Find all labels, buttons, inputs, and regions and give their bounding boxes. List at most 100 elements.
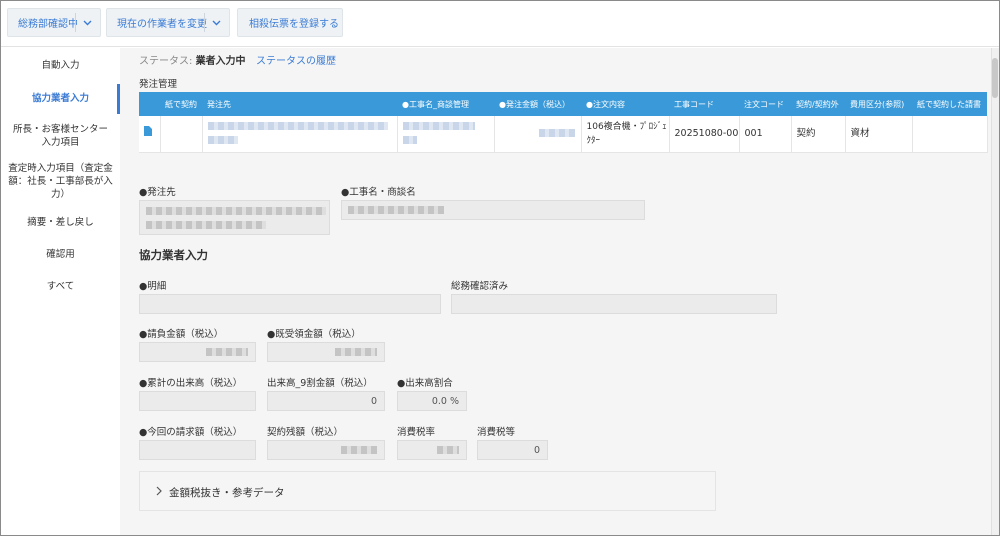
sidebar-item-summary-return[interactable]: 摘要・差し戻し	[1, 216, 120, 229]
sidebar-item-label: 摘要・差し戻し	[27, 217, 94, 228]
progress90-field[interactable]: 0	[267, 391, 385, 411]
progress-ratio-field[interactable]: 0.0 %	[397, 391, 467, 411]
detail-field[interactable]	[139, 294, 441, 314]
supplier-label: ●発注先	[139, 187, 176, 198]
divider	[204, 13, 205, 32]
project-label: ●工事名・商談名	[341, 187, 416, 198]
table-header: 紙で契約	[160, 92, 202, 116]
toolbar: 総務部確認中 現在の作業者を変更 相殺伝票を登録する	[1, 1, 999, 47]
table-cell	[494, 116, 582, 153]
tax-rate-label: 消費税率	[397, 427, 436, 438]
tax-amount-label: 消費税等	[477, 427, 516, 438]
sidebar-item-partner-input[interactable]: 協力業者入力	[1, 92, 120, 105]
general-affairs-label: 総務確認済み	[451, 281, 509, 292]
divider	[75, 13, 76, 32]
current-invoice-label: ●今回の請求額（税込）	[139, 427, 243, 438]
sidebar-item-auto-input[interactable]: 自動入力	[1, 59, 120, 72]
redacted-text	[335, 348, 377, 356]
redacted-text	[402, 122, 475, 131]
progress90-label: 出来高_9割金額（税込）	[267, 378, 373, 389]
table-header: 工事コード	[669, 92, 739, 116]
redacted-text	[207, 136, 238, 145]
order-section-label: 発注管理	[139, 79, 178, 90]
table-cell[interactable]	[139, 116, 161, 153]
redacted-text	[146, 220, 266, 229]
app-window: 総務部確認中 現在の作業者を変更 相殺伝票を登録する 自動入力 協力業者入力 所…	[0, 0, 1000, 536]
status-label: ステータス:	[139, 56, 193, 67]
table-cell: 106複合機・ﾌﾟﾛｼﾞｪｸﾀｰ	[581, 116, 670, 153]
table-header: 紙で契約した請書	[912, 92, 987, 116]
sidebar-item-confirmation[interactable]: 確認用	[1, 248, 120, 261]
table-cell	[160, 116, 203, 153]
scrollbar[interactable]	[991, 48, 999, 535]
contract-balance-label: 契約残額（税込）	[267, 427, 344, 438]
table-cell	[202, 116, 398, 153]
supplier-field[interactable]	[139, 200, 330, 235]
chevron-down-icon	[83, 20, 92, 26]
detail-label: ●明細	[139, 281, 167, 292]
sidebar-item-all[interactable]: すべて	[1, 280, 120, 293]
change-worker-label: 現在の作業者を変更	[117, 19, 207, 30]
accordion-label: 金額税抜き・参考データ	[169, 487, 285, 499]
status-dropdown-button[interactable]: 総務部確認中	[7, 8, 101, 37]
sidebar-item-label: すべて	[46, 281, 75, 292]
sidebar-item-assessment[interactable]: 査定時入力項目（査定金額：社長・工事部長が入力）	[1, 162, 120, 201]
tax-amount-field[interactable]: 0	[477, 440, 548, 460]
project-field[interactable]	[341, 200, 645, 220]
table-cell: 契約	[791, 116, 846, 153]
redacted-text	[207, 122, 388, 131]
received-amount-label: ●既受領金額（税込）	[267, 329, 361, 340]
redacted-text	[206, 348, 248, 356]
contract-amount-field[interactable]	[139, 342, 256, 362]
status-value: 業者入力中	[195, 56, 246, 67]
register-offset-button[interactable]: 相殺伝票を登録する	[237, 8, 343, 37]
sidebar-item-label: 自動入力	[41, 60, 80, 71]
table-header: 費用区分(参照)	[845, 92, 912, 116]
table-cell	[912, 116, 988, 153]
table-header-icon	[139, 92, 160, 116]
contract-amount-label: ●請負金額（税込）	[139, 329, 224, 340]
redacted-text	[402, 136, 417, 145]
table-header: ●工事名_商談管理	[397, 92, 494, 116]
document-icon[interactable]	[144, 126, 152, 137]
table-cell: 資材	[845, 116, 913, 153]
status-line: ステータス: 業者入力中	[139, 52, 246, 67]
table-header: 注文コード	[739, 92, 791, 116]
table-header: 発注先	[202, 92, 397, 116]
current-invoice-field[interactable]	[139, 440, 256, 460]
redacted-text	[146, 206, 326, 215]
contract-balance-field[interactable]	[267, 440, 385, 460]
table-cell	[397, 116, 495, 153]
accordion-tax-excluded[interactable]: 金額税抜き・参考データ	[139, 471, 716, 511]
table-header: ●注文内容	[581, 92, 669, 116]
sidebar-item-label: 査定時入力項目（査定金額：社長・工事部長が入力）	[8, 163, 113, 200]
table-cell: 20251080-00	[669, 116, 740, 153]
redacted-text	[341, 446, 377, 454]
progress-ratio-label: ●出来高割合	[397, 378, 453, 389]
status-dropdown-label: 総務部確認中	[18, 19, 78, 30]
chevron-down-icon	[212, 20, 221, 26]
sidebar-item-label: 協力業者入力	[31, 93, 89, 104]
table-row[interactable]: 106複合機・ﾌﾟﾛｼﾞｪｸﾀｰ 20251080-00 001 契約 資材	[139, 116, 988, 153]
redacted-text	[437, 446, 459, 454]
cumulative-label: ●累計の出来高（税込）	[139, 378, 243, 389]
change-worker-button[interactable]: 現在の作業者を変更	[106, 8, 230, 37]
redacted-text	[348, 206, 444, 214]
tax-rate-field[interactable]	[397, 440, 467, 460]
partner-section-title: 協力業者入力	[139, 248, 208, 262]
status-history-link[interactable]: ステータスの履歴	[256, 52, 336, 67]
general-affairs-field[interactable]	[451, 294, 777, 314]
sidebar-item-label: 確認用	[46, 249, 75, 260]
redacted-text	[538, 129, 575, 138]
table-header-row: 紙で契約 発注先 ●工事名_商談管理 ●発注金額（税込） ●注文内容 工事コード…	[139, 92, 987, 116]
scrollbar-thumb[interactable]	[992, 58, 998, 98]
sidebar-item-label: 所長・お客様センター入力項目	[12, 124, 108, 148]
received-amount-field[interactable]	[267, 342, 385, 362]
chevron-right-icon	[156, 486, 162, 496]
sidebar-item-manager-customer[interactable]: 所長・お客様センター入力項目	[1, 123, 120, 149]
order-table: 紙で契約 発注先 ●工事名_商談管理 ●発注金額（税込） ●注文内容 工事コード…	[139, 92, 988, 153]
sidebar: 自動入力 協力業者入力 所長・お客様センター入力項目 査定時入力項目（査定金額：…	[1, 48, 120, 535]
cumulative-field[interactable]	[139, 391, 256, 411]
main-content: ステータス: 業者入力中 ステータスの履歴 発注管理 紙で契約 発注先 ●工事名…	[120, 48, 992, 535]
table-header: 契約/契約外	[791, 92, 845, 116]
